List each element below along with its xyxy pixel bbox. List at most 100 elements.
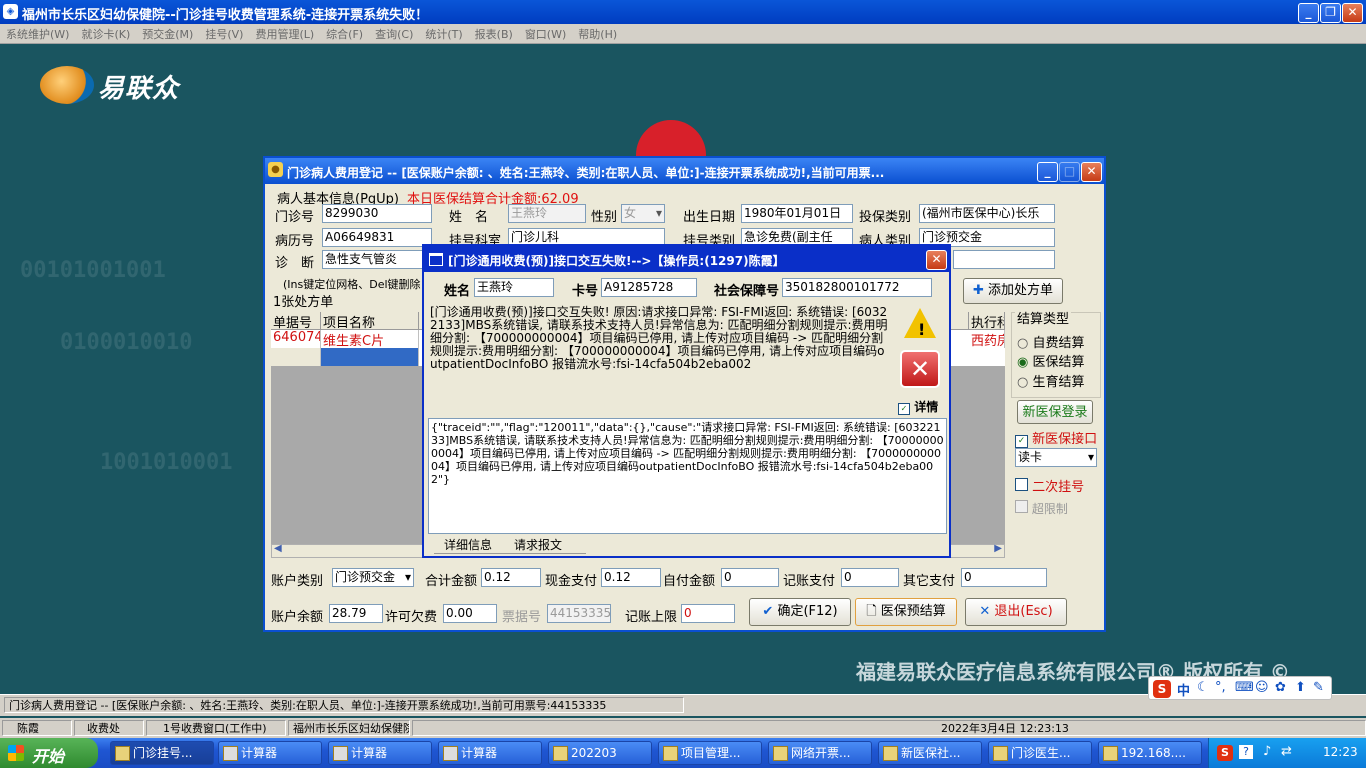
confirm-button[interactable]: ✔ 确定(F12) [749,598,851,626]
diagnosis-extra-input[interactable] [953,250,1055,269]
sex-label: 性别 [591,210,618,225]
dialog-card-input[interactable]: A91285728 [601,278,697,297]
menu-system[interactable]: 系统维护(W) [0,24,75,42]
grid-header-hidden[interactable] [951,312,969,330]
taskbar-item-calculator[interactable]: 计算器 [218,741,322,765]
app-icon [663,746,678,761]
name-input[interactable]: 王燕玲 [508,204,586,223]
birth-input[interactable]: 1980年01月01日 [741,204,853,223]
ticket-no-input[interactable]: 44153335 [547,604,611,623]
close-button[interactable]: ✕ [1342,3,1363,23]
app-icon [773,746,788,761]
start-button[interactable]: 开始 [0,738,98,768]
skin-icon[interactable]: ✿ [1275,680,1286,695]
settle-self-radio[interactable]: ○ 自费结算 [1017,332,1085,351]
limit-input[interactable]: 0 [681,604,735,623]
checkbox-checked-icon: ✓ [898,403,910,415]
balance-input[interactable]: 28.79 [329,604,383,623]
error-detail-json[interactable]: {"traceid":"","flag":"120011","data":{},… [428,418,947,534]
keyboard-icon[interactable]: ⌨ [1235,680,1254,695]
window-minimize-button[interactable]: _ [1037,162,1058,182]
error-icon: ✕ [900,350,940,388]
add-prescription-button[interactable]: ✚ 添加处方单 [963,278,1063,304]
account-type-select[interactable]: 门诊预交金 ▾ [332,568,414,587]
grid-header-exec[interactable]: 执行科 [969,312,1005,330]
minimize-button[interactable]: _ [1298,3,1319,23]
read-card-select[interactable]: 读卡 ▾ [1015,448,1097,467]
dialog-name-input[interactable]: 王燕玲 [474,278,554,297]
input-method-icon[interactable]: S [1217,745,1233,761]
overdraft-input[interactable]: 0.00 [443,604,497,623]
taskbar-item-folder[interactable]: 新医保社... [878,741,982,765]
other-pay-input[interactable]: 0 [961,568,1047,587]
account-pay-input[interactable]: 0 [841,568,899,587]
user-icon[interactable]: ☺ [1255,680,1269,695]
exit-button[interactable]: ✕ 退出(Esc) [965,598,1067,626]
checkbox-checked-icon: ✓ [1015,435,1028,448]
sex-select[interactable]: 女 ▾ [621,204,665,223]
folder-icon [553,746,568,761]
upload-icon[interactable]: ⬆ [1295,680,1306,695]
status-dept: 收费处 [74,720,144,736]
binary-watermark: 1001010001 [100,450,233,475]
detail-checkbox[interactable]: ✓ 详情 [898,398,938,415]
row-exec-dept: 西药房 [969,330,1005,348]
menu-register[interactable]: 挂号(V) [199,24,249,42]
hospital-emblem-icon [636,120,706,160]
menu-fee[interactable]: 费用管理(L) [249,24,320,42]
taskbar-item-invoice[interactable]: 网络开票... [768,741,872,765]
total-amount-input[interactable]: 0.12 [481,568,541,587]
menu-report[interactable]: 报表(B) [469,24,519,42]
menu-stats[interactable]: 统计(T) [419,24,468,42]
restore-button[interactable]: ❐ [1320,3,1341,23]
taskbar-item-doctor[interactable]: 门诊医生... [988,741,1092,765]
cash-pay-input[interactable]: 0.12 [601,568,661,587]
row-item-name-selected[interactable] [321,348,419,366]
menu-query[interactable]: 查询(C) [369,24,419,42]
overlimit-checkbox[interactable]: 超限制 [1015,500,1068,517]
taskbar-item-folder[interactable]: 202203 [548,741,652,765]
punctuation-icon[interactable]: °, [1215,680,1226,695]
menu-deposit[interactable]: 预交金(M) [136,24,199,42]
network-icon[interactable]: ⇄ [1281,744,1292,759]
tools-icon[interactable]: ✎ [1313,680,1324,695]
new-insurance-port-checkbox[interactable]: ✓ 新医保接口 [1015,428,1097,448]
error-dialog-close-button[interactable]: ✕ [926,250,947,270]
menu-general[interactable]: 综合(F) [320,24,369,42]
taskbar-item-calculator[interactable]: 计算器 [438,741,542,765]
self-pay-input[interactable]: 0 [721,568,779,587]
insure-type-input[interactable]: (福州市医保中心)长乐 [919,204,1055,223]
volume-icon[interactable]: ♪ [1263,744,1271,759]
taskbar-item-remote[interactable]: 192.168.... [1098,741,1202,765]
record-no-input[interactable]: A06649831 [322,228,432,247]
clinic-no-input[interactable]: 8299030 [322,204,432,223]
tab-detail-info[interactable]: 详细信息 [434,536,514,554]
chinese-mode-icon[interactable]: 中 [1177,680,1190,699]
window-close-button[interactable]: ✕ [1081,162,1102,182]
taskbar-item-project[interactable]: 项目管理... [658,741,762,765]
sogou-icon[interactable]: S [1153,680,1171,698]
window-maximize-button[interactable]: □ [1059,162,1080,182]
dialog-ssn-input[interactable]: 350182800101772 [782,278,932,297]
help-icon[interactable]: ? [1239,745,1253,759]
menu-window[interactable]: 窗口(W) [519,24,572,42]
settle-insurance-radio[interactable]: ◉ 医保结算 [1017,351,1085,370]
new-insurance-login-button[interactable]: 新医保登录 [1017,400,1093,424]
moon-icon[interactable]: ☾ [1197,680,1209,695]
taskbar-item-calculator[interactable]: 计算器 [328,741,432,765]
tab-request-message[interactable]: 请求报文 [506,536,586,554]
settle-maternity-radio[interactable]: ○ 生育结算 [1017,371,1085,390]
second-register-checkbox[interactable]: 二次挂号 [1015,476,1084,495]
taskbar-item-clinic[interactable]: 门诊挂号... [110,741,214,765]
chevron-down-icon: ▾ [655,206,662,220]
menu-help[interactable]: 帮助(H) [572,24,623,42]
diagnosis-input[interactable]: 急性支气管炎 [322,250,432,269]
logo-text: 易联众 [98,74,180,104]
chevron-down-icon: ▾ [1087,450,1094,464]
presettle-button[interactable]: 🗋 医保预结算 [855,598,957,626]
error-dialog-title-bar: [门诊通用收费(预)]接口交互失败!-->【操作员:(1297)陈霞】 ✕ [424,246,949,272]
grid-header-bill[interactable]: 单据号 [271,312,321,330]
ime-toolbar[interactable]: S 中 ☾ °, ⌨ ☺ ✿ ⬆ ✎ [1148,676,1332,700]
grid-header-item[interactable]: 项目名称 [321,312,419,330]
menu-card[interactable]: 就诊卡(K) [75,24,136,42]
